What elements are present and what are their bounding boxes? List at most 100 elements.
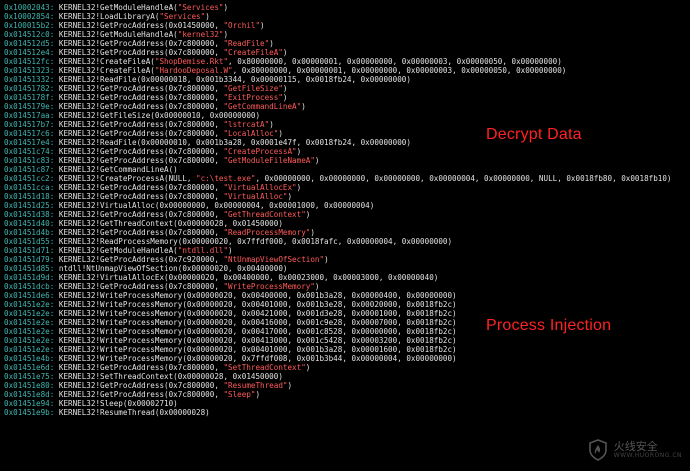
trace-string-arg: "Services" bbox=[159, 12, 206, 21]
trace-line: 0x01451323: KERNEL32!CreateFileA("Hardoo… bbox=[4, 66, 690, 75]
trace-address: 0x01451e2e: bbox=[4, 336, 55, 345]
trace-string-arg: "Orchil" bbox=[223, 21, 261, 30]
trace-call: KERNEL32!GetProcAddress(0x7c800000, bbox=[58, 390, 224, 399]
trace-line: 0x01451d18: KERNEL32!GetProcAddress(0x7c… bbox=[4, 192, 690, 201]
trace-line: 0x01451cca: KERNEL32!GetProcAddress(0x7c… bbox=[4, 183, 690, 192]
trace-address: 0x100015b2: bbox=[4, 21, 55, 30]
trace-call-tail: ) bbox=[314, 156, 320, 165]
trace-address: 0x01451e2e: bbox=[4, 327, 55, 336]
trace-call-tail: ) bbox=[223, 30, 229, 39]
trace-address: 0x01451e2e: bbox=[4, 318, 55, 327]
trace-line: 0x01451d4b: KERNEL32!GetProcAddress(0x7c… bbox=[4, 228, 690, 237]
trace-call: KERNEL32!ReadProcessMemory(0x00000020, 0… bbox=[58, 237, 453, 246]
trace-line: 0x01451de6: KERNEL32!WriteProcessMemory(… bbox=[4, 291, 690, 300]
trace-call: KERNEL32!WriteProcessMemory(0x00000020, … bbox=[58, 354, 457, 363]
trace-call: KERNEL32!GetProcAddress(0x7c800000, bbox=[58, 48, 224, 57]
trace-call-tail: ) bbox=[305, 210, 311, 219]
trace-line: 0x01451d25: KERNEL32!VirtualAlloc(0x0000… bbox=[4, 201, 690, 210]
trace-string-arg: "SetThreadContext" bbox=[223, 363, 306, 372]
trace-line: 0x01451e8d: KERNEL32!GetProcAddress(0x7c… bbox=[4, 390, 690, 399]
trace-line: 0x01451332: KERNEL32!ReadFile(0x00000018… bbox=[4, 75, 690, 84]
trace-call: KERNEL32!VirtualAlloc(0x00000000, 0x0000… bbox=[58, 201, 375, 210]
trace-call-tail: , 0x80000000, 0x00000001, 0x00000000, 0x… bbox=[232, 66, 567, 75]
trace-call-tail: ) bbox=[324, 255, 329, 264]
trace-string-arg: "HardooDeposal.W" bbox=[154, 66, 233, 75]
trace-string-arg: "VirtualAlloc" bbox=[223, 192, 288, 201]
trace-call-tail: ) bbox=[314, 282, 320, 291]
trace-address: 0x01451d79: bbox=[4, 255, 55, 264]
trace-call-tail: ) bbox=[305, 363, 311, 372]
trace-address: 0x014517aa: bbox=[4, 111, 55, 120]
api-trace-log: 0x10002043: KERNEL32!GetModuleHandleA("S… bbox=[4, 3, 690, 417]
trace-string-arg: "ShopDemise.Rkt" bbox=[154, 57, 229, 66]
trace-line: 0x01451e80: KERNEL32!GetProcAddress(0x7c… bbox=[4, 381, 690, 390]
trace-call: KERNEL32!GetCommandLineA() bbox=[58, 165, 178, 174]
trace-address: 0x014517b7: bbox=[4, 120, 55, 129]
trace-line: 0x014517e4: KERNEL32!ReadFile(0x00000010… bbox=[4, 138, 690, 147]
trace-call: KERNEL32!GetModuleHandleA( bbox=[58, 3, 178, 12]
trace-address: 0x01451cca: bbox=[4, 183, 55, 192]
trace-call-tail: ) bbox=[228, 246, 233, 255]
trace-line: 0x01451d40: KERNEL32!GetThreadContext(0x… bbox=[4, 219, 690, 228]
trace-address: 0x01451e2e: bbox=[4, 345, 55, 354]
trace-line: 0x014517c6: KERNEL32!GetProcAddress(0x7c… bbox=[4, 129, 690, 138]
trace-line: 0x014517aa: KERNEL32!GetFileSize(0x00000… bbox=[4, 111, 690, 120]
trace-call: KERNEL32!GetProcAddress(0x7c800000, bbox=[58, 282, 224, 291]
trace-line: 0x01451782: KERNEL32!GetProcAddress(0x7c… bbox=[4, 84, 690, 93]
trace-address: 0x01451c74: bbox=[4, 147, 55, 156]
trace-call: KERNEL32!GetProcAddress(0x7c920000, bbox=[58, 255, 224, 264]
trace-call: KERNEL32!Sleep(0x00002710) bbox=[58, 399, 178, 408]
trace-string-arg: "GetCommandLineA" bbox=[223, 102, 302, 111]
trace-call: KERNEL32!GetProcAddress(0x7c800000, bbox=[58, 84, 224, 93]
decrypt-data-annotation: Decrypt Data bbox=[486, 126, 582, 143]
trace-line: 0x01451e75: KERNEL32!SetThreadContext(0x… bbox=[4, 372, 690, 381]
trace-address: 0x014512fc: bbox=[4, 57, 55, 66]
trace-address: 0x01451c83: bbox=[4, 156, 55, 165]
trace-string-arg: "ntdll.dll" bbox=[177, 246, 229, 255]
trace-line: 0x014512e4: KERNEL32!GetProcAddress(0x7c… bbox=[4, 48, 690, 57]
trace-call: KERNEL32!WriteProcessMemory(0x00000020, … bbox=[58, 345, 457, 354]
trace-call: KERNEL32!WriteProcessMemory(0x00000020, … bbox=[58, 318, 457, 327]
trace-address: 0x10002043: bbox=[4, 3, 55, 12]
trace-line: 0x01451e4b: KERNEL32!WriteProcessMemory(… bbox=[4, 354, 690, 363]
trace-call: KERNEL32!GetModuleHandleA( bbox=[58, 30, 178, 39]
trace-address: 0x01451e2e: bbox=[4, 300, 55, 309]
trace-call-tail: , 0x00000000, 0x00000000, 0x00000000, 0x… bbox=[255, 174, 672, 183]
trace-string-arg: "Services" bbox=[177, 3, 224, 12]
trace-call: KERNEL32!VirtualAllocEx(0x00000020, 0x00… bbox=[58, 273, 439, 282]
trace-line: 0x01451c74: KERNEL32!GetProcAddress(0x7c… bbox=[4, 147, 690, 156]
trace-call: KERNEL32!CreateFileA( bbox=[58, 57, 155, 66]
trace-address: 0x01451d4b: bbox=[4, 228, 55, 237]
trace-call-tail: ) bbox=[223, 3, 229, 12]
trace-call: KERNEL32!GetModuleHandleA( bbox=[58, 246, 178, 255]
trace-address: 0x01451c87: bbox=[4, 165, 55, 174]
trace-line: 0x01451e6d: KERNEL32!GetProcAddress(0x7c… bbox=[4, 363, 690, 372]
trace-line: 0x01451e2e: KERNEL32!WriteProcessMemory(… bbox=[4, 300, 690, 309]
trace-call: KERNEL32!GetProcAddress(0x7c800000, bbox=[58, 147, 224, 156]
trace-call-tail: ) bbox=[301, 102, 306, 111]
trace-address: 0x01451d71: bbox=[4, 246, 55, 255]
trace-string-arg: "GetModuleFileNameA" bbox=[223, 156, 315, 165]
trace-line: 0x014512c0: KERNEL32!GetModuleHandleA("k… bbox=[4, 30, 690, 39]
trace-call-tail: ) bbox=[287, 381, 293, 390]
trace-string-arg: "CreateProcessA" bbox=[223, 147, 297, 156]
trace-line: 0x01451e2e: KERNEL32!WriteProcessMemory(… bbox=[4, 336, 690, 345]
trace-call: KERNEL32!WriteProcessMemory(0x00000020, … bbox=[58, 309, 457, 318]
trace-address: 0x014517e4: bbox=[4, 138, 55, 147]
trace-call-tail: ) bbox=[260, 21, 265, 30]
trace-call-tail: ) bbox=[282, 48, 288, 57]
trace-address: 0x01451332: bbox=[4, 75, 55, 84]
trace-call: KERNEL32!GetProcAddress(0x7c800000, bbox=[58, 192, 224, 201]
trace-address: 0x01451d18: bbox=[4, 192, 55, 201]
trace-string-arg: "c:\test.exe" bbox=[196, 174, 256, 183]
trace-string-arg: "CreateFileA" bbox=[223, 48, 283, 57]
trace-call: KERNEL32!LoadLibraryA( bbox=[58, 12, 160, 21]
trace-call-tail: ) bbox=[296, 147, 302, 156]
trace-call: KERNEL32!WriteProcessMemory(0x00000020, … bbox=[58, 291, 457, 300]
trace-address: 0x0145178f: bbox=[4, 93, 55, 102]
trace-address: 0x01451d9d: bbox=[4, 273, 55, 282]
trace-call-tail: ) bbox=[255, 390, 261, 399]
trace-address: 0x014512e4: bbox=[4, 48, 55, 57]
trace-line: 0x0145178f: KERNEL32!GetProcAddress(0x7c… bbox=[4, 93, 690, 102]
trace-line: 0x01451dcb: KERNEL32!GetProcAddress(0x7c… bbox=[4, 282, 690, 291]
